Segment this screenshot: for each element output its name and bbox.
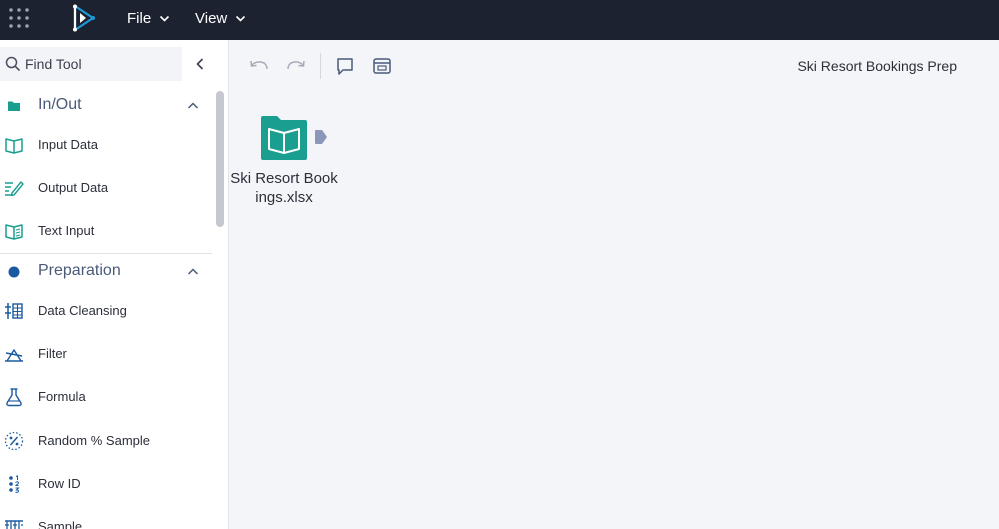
workflow-title: Ski Resort Bookings Prep (797, 58, 957, 74)
workflow-canvas[interactable]: Ski Resort Bookings Prep Ski Resort Book… (229, 40, 999, 529)
category-preparation[interactable]: Preparation (0, 257, 212, 287)
tool-text-input[interactable]: Text Input (0, 215, 212, 247)
tool-filter[interactable]: Filter (0, 338, 212, 370)
cleansing-icon (5, 303, 23, 319)
chevron-down-icon (160, 15, 170, 22)
find-tool-search (0, 47, 182, 81)
menu-file[interactable]: File (127, 0, 170, 36)
tool-random-percent-sample[interactable]: Random % Sample (0, 425, 212, 457)
top-bar: File View (0, 0, 999, 40)
input-node-label: Ski Resort Bookings.xlsx (230, 170, 338, 206)
tool-label: Row ID (38, 476, 81, 491)
folder-icon (8, 101, 20, 111)
sample-icon (5, 520, 23, 529)
tool-data-cleansing[interactable]: Data Cleansing (0, 295, 212, 327)
tool-label: Random % Sample (38, 433, 150, 448)
chevron-down-icon (236, 15, 246, 22)
tool-palette-sidebar: In/Out Input Data Output Data Text Input… (0, 40, 229, 529)
tool-label: Text Input (38, 223, 95, 238)
redo-icon[interactable] (285, 55, 307, 77)
find-tool-input[interactable] (25, 54, 175, 74)
output-anchor-icon[interactable] (314, 129, 328, 145)
category-divider (0, 253, 212, 254)
filter-icon (5, 349, 23, 362)
toolbar-separator (320, 53, 321, 79)
sidebar-scrollbar-thumb[interactable] (216, 91, 224, 227)
search-icon (5, 56, 21, 72)
category-label: In/Out (38, 96, 82, 113)
tool-label: Input Data (38, 137, 98, 152)
category-in-out[interactable]: In/Out (0, 91, 212, 121)
book-icon (5, 138, 23, 154)
flask-icon (6, 388, 22, 407)
tool-label: Data Cleansing (38, 303, 127, 318)
app-grid-icon[interactable] (8, 7, 30, 29)
book-grid-icon (5, 224, 23, 240)
tool-label: Filter (38, 346, 67, 361)
tool-formula[interactable]: Formula (0, 381, 212, 413)
collapse-sidebar-chevron-left-icon[interactable] (193, 57, 207, 71)
pencil-lines-icon (5, 181, 24, 197)
menu-view[interactable]: View (195, 0, 246, 36)
tool-row-id[interactable]: Row ID (0, 468, 212, 500)
undo-icon[interactable] (248, 55, 270, 77)
category-label: Preparation (38, 262, 121, 279)
chevron-up-icon (187, 268, 199, 275)
row-id-icon (9, 475, 20, 493)
tool-label: Output Data (38, 180, 109, 195)
chevron-up-icon (187, 102, 199, 109)
tool-input-data[interactable]: Input Data (0, 129, 212, 161)
tool-label: Sample (38, 519, 83, 529)
percent-icon (4, 431, 24, 451)
input-data-node-icon[interactable] (259, 115, 309, 161)
tool-output-data[interactable]: Output Data (0, 172, 212, 204)
tool-label: Formula (38, 389, 86, 404)
circle-icon (8, 266, 20, 278)
logo-icon[interactable] (71, 4, 97, 32)
menu-view-label: View (195, 9, 228, 27)
comment-icon[interactable] (334, 55, 356, 77)
container-icon[interactable] (371, 55, 393, 77)
tool-sample[interactable]: Sample (0, 511, 212, 529)
menu-file-label: File (127, 9, 152, 27)
